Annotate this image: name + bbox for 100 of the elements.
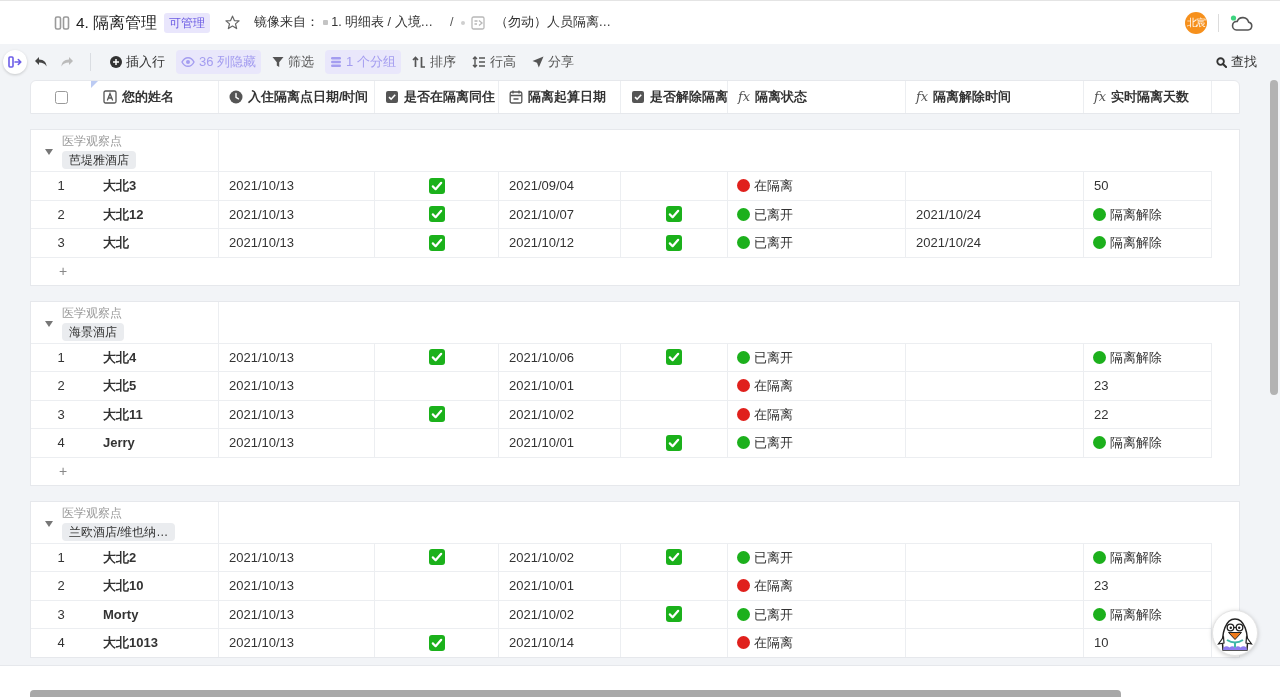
row-number: 4 — [56, 434, 66, 452]
sidebar-toggle-button[interactable] — [3, 50, 27, 74]
date-cell: 2021/10/13 — [219, 543, 375, 571]
source-table-link[interactable]: 1. 明细表 / 入境… — [331, 13, 434, 32]
status-label: 在隔离 — [754, 377, 793, 395]
redo-arrow-icon — [60, 56, 74, 68]
status-label: 隔离解除 — [1110, 348, 1162, 367]
date-cell: 2021/10/01 — [499, 429, 621, 457]
status-label: 隔离解除 — [1110, 548, 1162, 567]
column-header[interactable]: fx 隔离状态 — [728, 81, 906, 113]
checkbox-field-icon — [631, 90, 645, 104]
status-label: 已离开 — [754, 548, 793, 567]
source-view-link[interactable]: （勿动）人员隔离… — [494, 13, 612, 32]
page-title: 4. 隔离管理 — [76, 12, 158, 33]
row-number: 1 — [56, 348, 66, 367]
assistant-mascot-icon[interactable] — [1212, 610, 1258, 656]
vertical-scrollbar-thumb[interactable] — [1270, 80, 1278, 395]
clock-icon — [229, 90, 243, 104]
name-cell: Jerry — [91, 429, 219, 457]
group-value-tag: 芭堤雅酒店 — [62, 151, 136, 169]
horizontal-scrollbar-thumb[interactable] — [30, 690, 1121, 697]
status-label: 在隔离 — [754, 577, 793, 595]
caret-icon[interactable] — [45, 319, 53, 328]
insert-row-button[interactable]: 插入行 — [105, 50, 170, 74]
day-count-cell: 22 — [1084, 400, 1212, 428]
column-header[interactable]: 您的姓名 — [91, 81, 219, 113]
date-cell: 2021/10/24 — [906, 200, 1084, 228]
cloud-sync-icon[interactable] — [1230, 13, 1254, 32]
search-icon — [1216, 56, 1227, 68]
column-header[interactable]: 是否解除隔离 — [621, 81, 728, 113]
panel-arrow-icon — [8, 56, 22, 68]
search-button[interactable]: 查找 — [1211, 50, 1262, 74]
name-cell: Morty — [91, 600, 219, 628]
date-cell: 2021/10/07 — [499, 200, 621, 228]
corner-marker-icon — [91, 81, 98, 88]
date-cell: 2021/09/04 — [499, 172, 621, 200]
row-height-button[interactable]: 行高 — [466, 50, 521, 74]
date-cell: 2021/10/06 — [499, 343, 621, 371]
status-label: 已离开 — [754, 434, 793, 452]
list-icon — [330, 56, 343, 68]
plus-circle-icon — [110, 56, 122, 68]
name-cell: 大北11 — [91, 400, 219, 428]
formula-icon: fx — [738, 90, 751, 104]
column-header[interactable]: 入住隔离点日期/时间 — [219, 81, 375, 113]
date-cell: 2021/10/13 — [219, 429, 375, 457]
row-number: 2 — [56, 205, 66, 224]
text-type-icon — [103, 90, 117, 104]
status-label: 在隔离 — [754, 405, 793, 424]
name-cell: 大北 — [91, 229, 219, 257]
status-label: 隔离解除 — [1110, 605, 1162, 624]
date-cell: 2021/10/13 — [219, 372, 375, 400]
date-cell: 2021/10/01 — [499, 572, 621, 600]
date-cell: 2021/10/13 — [219, 572, 375, 600]
status-label: 隔离解除 — [1110, 434, 1162, 452]
name-cell: 大北3 — [91, 172, 219, 200]
name-cell: 大北1013 — [91, 629, 219, 657]
status-label: 在隔离 — [754, 177, 793, 195]
column-header[interactable]: fx 隔离解除时间 — [906, 81, 1084, 113]
caret-icon[interactable] — [45, 519, 53, 528]
name-cell: 大北2 — [91, 543, 219, 571]
sort-button[interactable]: 排序 — [406, 50, 461, 74]
status-label: 已离开 — [754, 348, 793, 367]
filter-button[interactable]: 筛选 — [267, 50, 320, 74]
name-cell: 大北12 — [91, 200, 219, 228]
row-number: 3 — [56, 234, 66, 252]
formula-icon: fx — [916, 90, 929, 104]
add-row-button[interactable]: + — [56, 463, 71, 479]
row-number: 3 — [56, 405, 66, 424]
group-field-label: 医学观察点 — [62, 134, 122, 149]
status-label: 隔离解除 — [1110, 234, 1162, 252]
row-height-icon — [471, 56, 486, 68]
date-cell: 2021/10/14 — [499, 629, 621, 657]
date-cell: 2021/10/13 — [219, 200, 375, 228]
group-value-tag: 兰欧酒店/维也纳… — [62, 522, 176, 541]
group-value-tag: 海景酒店 — [62, 322, 124, 341]
date-cell: 2021/10/13 — [219, 600, 375, 628]
group-field-label: 医学观察点 — [62, 505, 122, 521]
row-number: 4 — [56, 634, 66, 652]
status-label: 已离开 — [754, 205, 793, 224]
share-button[interactable]: 分享 — [526, 50, 579, 74]
date-cell: 2021/10/02 — [499, 600, 621, 628]
row-number: 2 — [56, 577, 66, 595]
column-header[interactable]: 是否在隔离同住 — [375, 81, 499, 113]
date-cell: 2021/10/13 — [219, 400, 375, 428]
status-label: 已离开 — [754, 605, 793, 624]
column-header[interactable]: 隔离起算日期 — [499, 81, 621, 113]
star-icon[interactable] — [225, 15, 241, 30]
paper-plane-icon — [531, 56, 544, 68]
sort-icon — [411, 56, 426, 68]
select-all-checkbox[interactable] — [54, 90, 68, 104]
column-header[interactable]: fx 实时隔离天数 — [1084, 81, 1212, 113]
row-number: 1 — [56, 548, 66, 567]
add-row-button[interactable]: + — [56, 263, 71, 279]
date-cell: 2021/10/01 — [499, 372, 621, 400]
day-count-cell: 50 — [1084, 172, 1212, 200]
date-cell: 2021/10/13 — [219, 343, 375, 371]
date-cell: 2021/10/13 — [219, 229, 375, 257]
caret-icon[interactable] — [45, 148, 53, 156]
checkbox-field-icon — [385, 90, 399, 104]
source-label: 镜像来自： — [254, 14, 320, 32]
